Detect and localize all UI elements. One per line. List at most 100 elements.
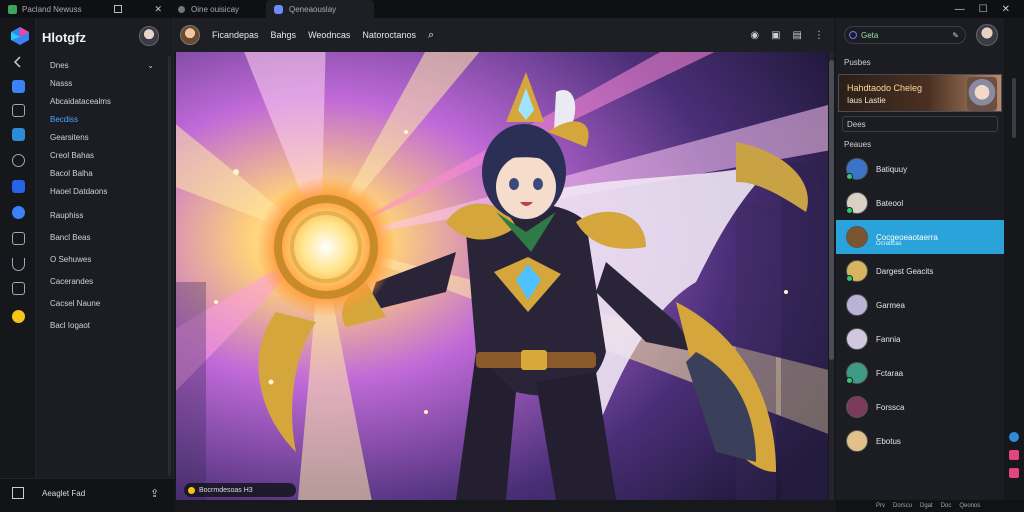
share-icon[interactable]: ⇪ [150,487,159,500]
canvas-scrollbar[interactable] [829,52,834,500]
sidebar-item[interactable]: O Sehuwes [38,250,164,268]
channel-avatar[interactable] [180,25,200,45]
more-icon[interactable]: ⋮ [814,30,824,41]
sidebar-item[interactable]: Gearsitens [38,128,164,146]
list-item[interactable]: Dargest Geacits [836,254,1004,288]
grid-icon[interactable] [12,487,24,499]
nav-link[interactable]: Bahgs [271,30,297,40]
avatar [846,430,868,452]
status-item[interactable]: Dorscu [893,503,912,509]
avatar [846,226,868,248]
friend-name: Dargest Geacits [876,266,934,276]
tab-qeneaouslay[interactable]: Qeneaouslay [266,0,374,18]
avatar [846,362,868,384]
image-caption[interactable]: Bocrmdesoas H3 [184,483,296,497]
layout-icon[interactable] [12,104,25,117]
status-item[interactable]: Doc [941,503,952,509]
tab-oine[interactable]: Oine ouisicay [170,0,266,18]
header-tools: ◉ ▣ ▤ ⋮ [750,30,834,41]
status-item[interactable]: Qeonos [959,503,980,509]
sidebar-item[interactable]: Bacol Balha [38,164,164,182]
sidebar-item-label: Becdiss [50,114,79,124]
list-item-active[interactable]: Cocgeoeaotaerra Ocrattcas [836,220,1004,254]
emoji-icon[interactable] [12,310,25,323]
bag-icon[interactable] [12,282,25,295]
chevron-down-icon: ⌄ [147,60,154,70]
list-item[interactable]: Batiquuy [836,152,1004,186]
sidebar-item[interactable]: Haoel Datdaons [38,182,164,200]
minimize-icon[interactable]: — [955,4,965,15]
online-indicator [846,173,853,180]
user-avatar[interactable] [139,26,159,46]
sidebar-item[interactable]: Cacerandes [38,272,164,290]
status-item[interactable]: Prv [876,503,885,509]
magnet-icon[interactable] [12,258,25,271]
help-icon[interactable]: ◉ [750,30,759,41]
close-window-icon[interactable]: ✕ [1002,4,1010,15]
back-arrow-icon[interactable] [12,56,24,68]
sidebar-item[interactable]: Abcaidatacealms [38,92,164,110]
sidebar-item[interactable]: Creol Bahas [38,146,164,164]
sidebar-item[interactable]: Cacsel Naune [38,294,164,312]
tab-icon [178,5,185,13]
promo-banner[interactable]: Hahdtaodo Cheleg Iaus Lastie [838,74,1002,112]
export-icon[interactable] [12,232,25,245]
panel-icon[interactable]: ▤ [793,30,802,41]
shield-icon[interactable] [12,154,25,167]
sidebar-scrollbar[interactable] [168,56,171,476]
game-icon[interactable] [1009,468,1019,478]
sidebar-item[interactable]: Bacl Iogaot [38,316,164,334]
list-item[interactable]: Bateool [836,186,1004,220]
brand-title: Hlotgfz [42,30,87,45]
sidebar-item-label: Bacol Balha [50,168,93,178]
sidebar-item-label: Haoel Datdaons [50,186,108,196]
list-item[interactable]: Fctaraa [836,356,1004,390]
plus-icon[interactable] [1009,432,1019,442]
sidebar-item-label: Creol Bahas [50,150,95,160]
profile-avatar[interactable] [976,24,998,46]
heart-icon[interactable] [1009,450,1019,460]
scroll-thumb[interactable] [829,60,834,360]
sidebar-item-label: Cacsel Naune [50,298,101,308]
filter-input[interactable]: Dees [842,116,998,132]
edit-icon[interactable]: ✎ [952,31,959,40]
puzzle-icon[interactable] [12,206,25,219]
search-input[interactable]: Geta ✎ [844,26,966,44]
filter-text: Dees [847,119,866,129]
status-item[interactable]: Dgat [920,503,933,509]
list-item[interactable]: Fannia [836,322,1004,356]
text-icon[interactable] [12,80,25,93]
online-indicator [846,377,853,384]
anime-hero-artwork [176,52,828,500]
window-icon[interactable] [114,5,123,13]
nav-link[interactable]: Ficandepas [212,30,259,40]
caption-text: Bocrmdesoas H3 [199,486,253,494]
sidebar-item[interactable]: Bancl Beas [38,228,164,246]
nav-link[interactable]: Weodncas [308,30,350,40]
sidebar-item-active[interactable]: Becdiss [38,110,164,128]
tab-label: Oine ouisicay [191,4,240,14]
sidebar-item[interactable]: Nasss [38,74,164,92]
list-item[interactable]: Forssca [836,390,1004,424]
banner-image [967,77,997,111]
chart-icon[interactable] [12,180,25,193]
title-bar: Pacland Newuss ✕ Oine ouisicay Qeneaousl… [0,0,1024,18]
sidebar-item[interactable]: Rauphiss [38,206,164,224]
search-icon[interactable]: ⌕ [428,29,434,42]
image-icon[interactable] [12,128,25,141]
nav-link[interactable]: Natoroctanos [362,30,416,40]
close-icon[interactable]: ✕ [154,4,162,15]
list-item[interactable]: Garmea [836,288,1004,322]
list-item[interactable]: Ebotus [836,424,1004,458]
avatar [846,328,868,350]
friend-name: Batiquuy [876,164,908,174]
sidebar-header[interactable]: Dnes ⌄ [38,56,164,74]
window-icon[interactable]: ▣ [771,30,780,41]
artwork-canvas[interactable] [176,52,828,500]
scrollbar-thumb[interactable] [1012,78,1016,138]
bottom-label[interactable]: Aeaglet Fad [42,489,85,498]
tab-pacland[interactable]: Pacland Newuss ✕ [0,0,170,18]
friend-name: Bateool [876,198,904,208]
online-indicator [846,207,853,214]
maximize-icon[interactable]: ☐ [979,4,988,15]
